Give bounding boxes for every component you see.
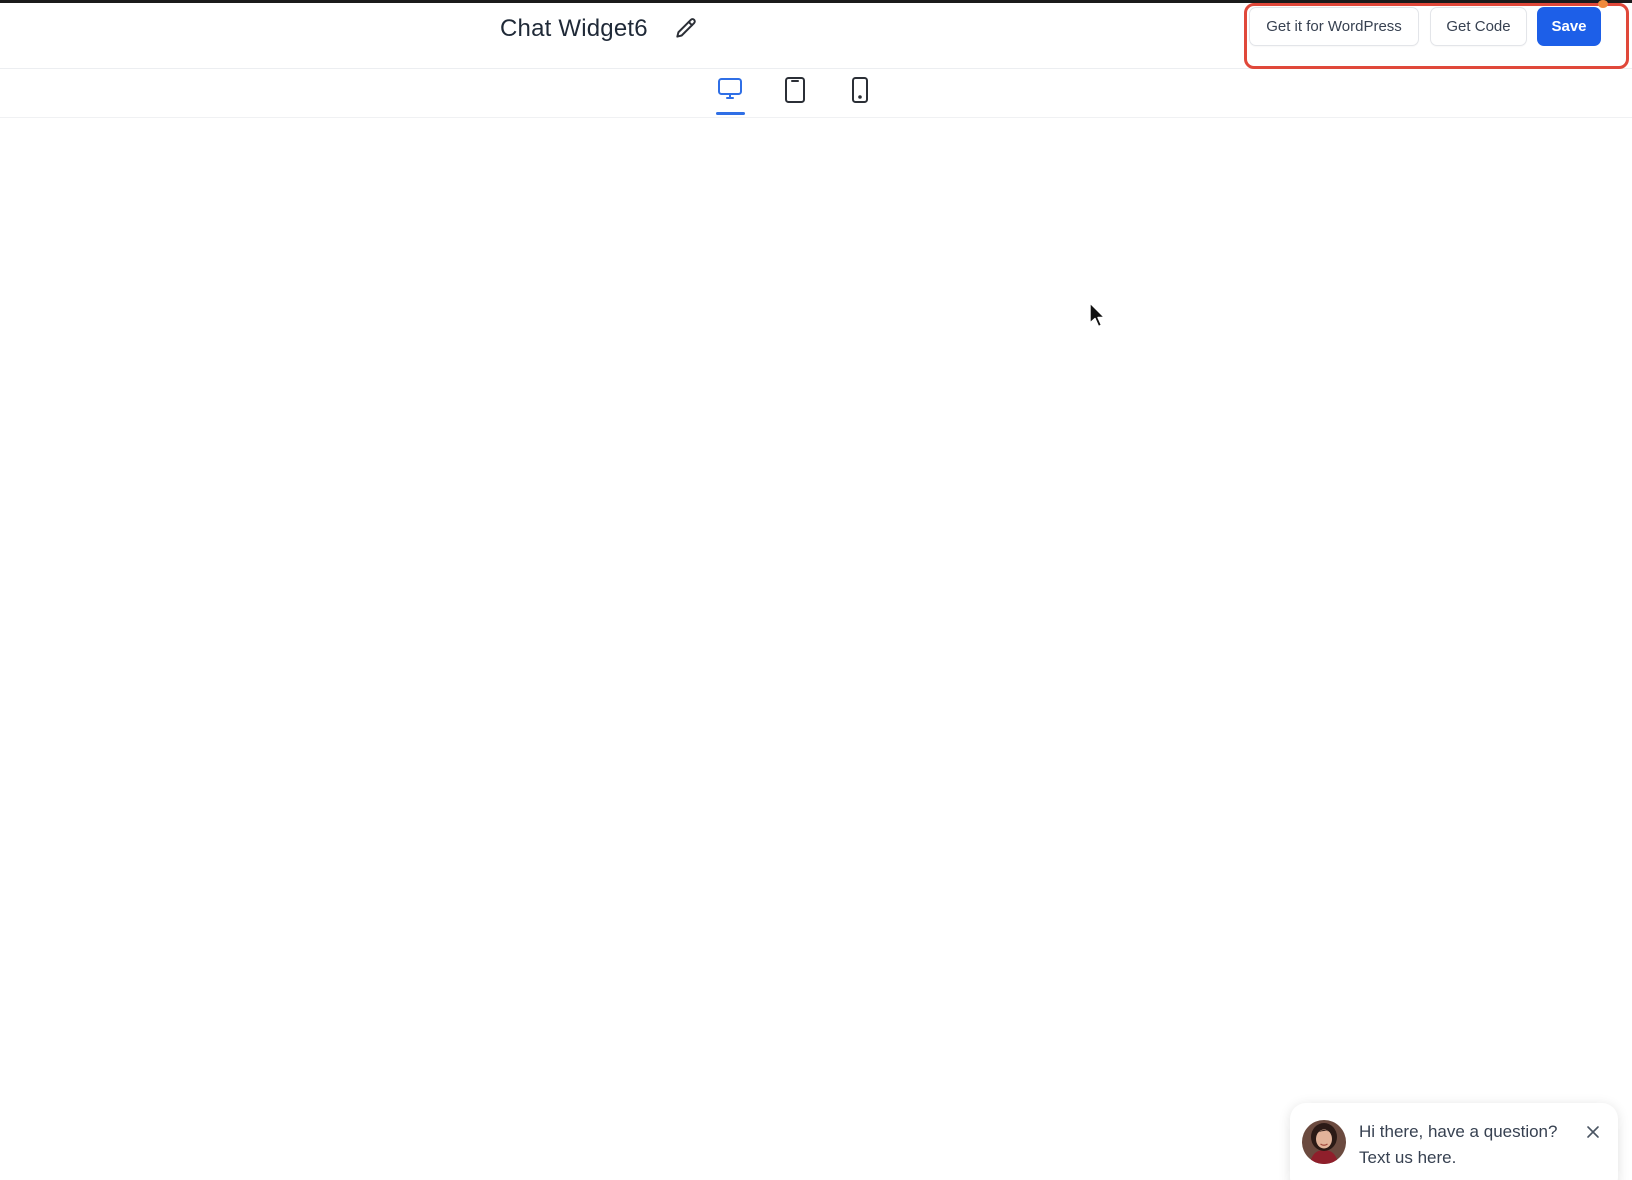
page-title: Chat Widget6 bbox=[500, 15, 648, 42]
save-button[interactable]: Save bbox=[1537, 7, 1601, 46]
pencil-icon bbox=[676, 18, 696, 38]
chat-greeting-line1: Hi there, have a question? bbox=[1359, 1122, 1558, 1141]
chat-widget-popup[interactable]: Hi there, have a question? Text us here. bbox=[1290, 1103, 1618, 1180]
page: Chat Widget6 Get it for WordPress Get Co… bbox=[0, 0, 1632, 1180]
desktop-icon bbox=[718, 78, 742, 99]
chat-greeting: Hi there, have a question? Text us here. bbox=[1359, 1119, 1574, 1171]
tablet-icon bbox=[785, 77, 805, 103]
device-preview-tabs bbox=[0, 69, 1632, 118]
agent-avatar-image bbox=[1302, 1120, 1346, 1164]
edit-title-button[interactable] bbox=[670, 13, 702, 45]
mouse-cursor-icon bbox=[1089, 302, 1106, 328]
tab-mobile[interactable] bbox=[844, 75, 876, 111]
agent-avatar bbox=[1302, 1120, 1346, 1164]
header: Chat Widget6 Get it for WordPress Get Co… bbox=[0, 0, 1632, 69]
highlight-marker bbox=[1598, 0, 1608, 8]
tab-desktop[interactable] bbox=[714, 75, 746, 111]
chat-greeting-line2: Text us here. bbox=[1359, 1148, 1457, 1167]
active-tab-indicator bbox=[716, 112, 745, 115]
chat-close-button[interactable] bbox=[1584, 1123, 1602, 1141]
close-icon bbox=[1587, 1126, 1599, 1138]
get-it-for-wordpress-button[interactable]: Get it for WordPress bbox=[1249, 7, 1419, 46]
get-code-button[interactable]: Get Code bbox=[1430, 7, 1527, 46]
title-area: Chat Widget6 bbox=[500, 9, 702, 49]
tab-tablet[interactable] bbox=[779, 75, 811, 111]
mobile-icon bbox=[852, 77, 868, 103]
